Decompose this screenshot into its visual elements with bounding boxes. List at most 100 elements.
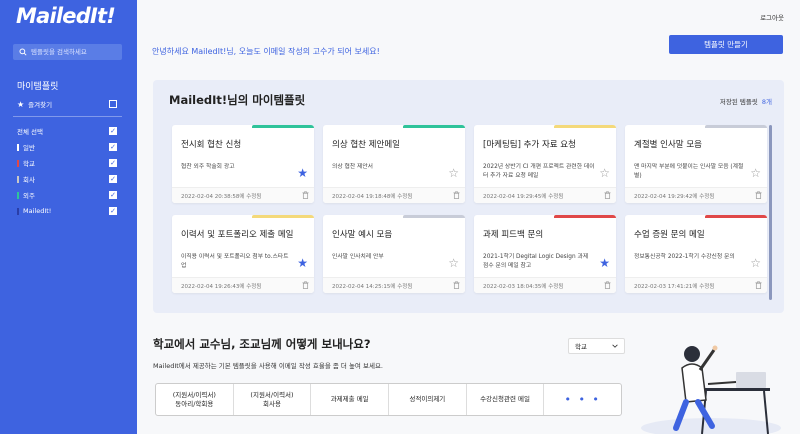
search-icon	[19, 48, 27, 56]
card-footer: 2022-02-04 19:29:45에 수정됨	[474, 187, 616, 203]
star-outline-icon[interactable]: ☆	[448, 257, 459, 269]
category-color-bar	[17, 191, 19, 199]
star-filled-icon[interactable]: ★	[297, 167, 308, 179]
select-all-label: 전체 선택	[17, 128, 43, 136]
tab-club-application[interactable]: (지원서/이력서) 동아리/학회용	[156, 384, 234, 415]
category-item-school[interactable]: 학교 ✓	[17, 155, 117, 171]
template-card[interactable]: 수업 증원 문의 메일 정보통신공학 2022-1학기 수강신청 문의 ☆ 2022-…	[625, 215, 767, 293]
card-category-accent	[554, 125, 616, 128]
category-label: 회사	[23, 176, 35, 184]
template-card[interactable]: 과제 피드백 문의 2021-1학기 Degital Logic Design 과…	[474, 215, 616, 293]
category-select-value: 학교	[575, 343, 587, 351]
tab-course-registration[interactable]: 수강신청관련 메일	[467, 384, 545, 415]
select-all-row[interactable]: 전체 선택 ✓	[17, 123, 117, 139]
logout-link[interactable]: 로그아웃	[760, 12, 784, 22]
category-label: MailedIt!	[23, 207, 52, 215]
category-color-bar	[17, 159, 19, 167]
chevron-down-icon	[612, 344, 618, 348]
star-outline-icon[interactable]: ☆	[750, 257, 761, 269]
card-category-accent	[554, 215, 616, 218]
star-outline-icon[interactable]: ☆	[599, 167, 610, 179]
card-date: 2022-02-04 19:29:42에 수정됨	[634, 193, 715, 200]
card-date: 2022-02-04 19:18:48에 수정됨	[332, 193, 413, 200]
panel-scrollbar[interactable]	[769, 125, 772, 300]
category-color-bar	[17, 175, 19, 183]
favorites-checkbox[interactable]	[109, 100, 117, 108]
card-date: 2022-02-04 14:25:15에 수정됨	[332, 283, 413, 290]
template-card[interactable]: 계절별 인사말 모음 맨 마지막 부분에 덧붙이는 인사말 모음 (계절별) ☆ 20…	[625, 125, 767, 203]
trash-icon[interactable]	[453, 191, 460, 199]
section-subtitle: MailedIt에서 제공하는 기본 템플릿을 사용해 이메일 작성 효율을 좀…	[153, 362, 383, 370]
category-item-mailedit[interactable]: MailedIt! ✓	[17, 203, 117, 219]
category-item-general[interactable]: 일반 ✓	[17, 139, 117, 155]
card-title: 이력서 및 포트폴리오 제출 메일	[181, 230, 294, 240]
star-filled-icon[interactable]: ★	[599, 257, 610, 269]
card-description: 2022년 상반기 CI 개편 프로젝트 관련한 데이터 추가 자료 요청 메일	[483, 164, 595, 179]
welcome-message: 안녕하세요 MailedIt!님, 오늘도 이메일 작성의 고수가 되어 보세요…	[152, 47, 380, 56]
tab-more[interactable]: • • •	[544, 384, 621, 415]
template-type-tabs: (지원서/이력서) 동아리/학회용 (지원서/이력서) 회사용 과제제출 메일 …	[155, 383, 622, 416]
template-card[interactable]: 이력서 및 포트폴리오 제출 메일이직용 이력서 및 포트폴리오 첨부 to.스…	[172, 215, 314, 293]
select-all-checkbox[interactable]: ✓	[109, 127, 117, 135]
saved-label: 저장된 템플릿	[719, 98, 758, 106]
card-category-accent	[705, 215, 767, 218]
card-footer: 2022-02-04 20:38:58에 수정됨	[172, 187, 314, 203]
category-item-company[interactable]: 회사 ✓	[17, 171, 117, 187]
category-checkbox[interactable]: ✓	[109, 175, 117, 183]
card-description: 이직용 이력서 및 포트폴리오 첨부 to.스타트업	[181, 254, 289, 269]
category-checkbox[interactable]: ✓	[109, 207, 117, 215]
card-title: 인사말 예시 모음	[332, 230, 393, 240]
card-footer: 2022-02-04 19:18:48에 수정됨	[323, 187, 465, 203]
star-icon: ★	[17, 99, 25, 109]
trash-icon[interactable]	[755, 191, 762, 199]
tab-assignment-submission[interactable]: 과제제출 메일	[311, 384, 390, 415]
tab-company-application[interactable]: (지원서/이력서) 회사용	[234, 384, 312, 415]
card-title: 과제 피드백 문의	[483, 230, 544, 240]
tab-grade-appeal[interactable]: 성적이의제기	[389, 384, 467, 415]
make-template-button[interactable]: 템플릿 만들기	[669, 35, 783, 54]
card-category-accent	[403, 215, 465, 218]
star-filled-icon[interactable]: ★	[297, 257, 308, 269]
saved-count: 저장된 템플릿 8개	[720, 96, 772, 106]
category-select[interactable]: 학교	[568, 338, 625, 354]
category-checkbox[interactable]: ✓	[109, 159, 117, 167]
category-item-outsourcing[interactable]: 외주 ✓	[17, 187, 117, 203]
my-templates-heading: 마이템플릿	[17, 82, 59, 92]
template-card[interactable]: 인사말 예시 모음인사말 인사치레 안부 ☆ 2022-02-04 14:25:15…	[323, 215, 465, 293]
category-list: 전체 선택 ✓ 일반 ✓ 학교 ✓ 회사 ✓ 외주 ✓ MailedIt! ✓	[17, 123, 117, 219]
card-description: 인사말 인사치레 안부	[332, 254, 384, 260]
card-title: 전시회 협찬 신청	[181, 140, 242, 150]
trash-icon[interactable]	[604, 281, 611, 289]
person-at-laptop-illustration	[641, 345, 781, 434]
card-title: 계절별 인사말 모음	[634, 140, 702, 150]
card-title: 의상 협찬 제안메일	[332, 140, 400, 150]
card-title: 수업 증원 문의 메일	[634, 230, 705, 240]
category-checkbox[interactable]: ✓	[109, 191, 117, 199]
template-card[interactable]: 의상 협찬 제안메일 의상 협찬 제안서 ☆ 2022-02-04 19:18:48에…	[323, 125, 465, 203]
card-description: 협찬 외주 학술회 광고	[181, 164, 235, 170]
trash-icon[interactable]	[604, 191, 611, 199]
card-date: 2022-02-04 20:38:58에 수정됨	[181, 193, 262, 200]
card-date: 2022-02-04 19:29:45에 수정됨	[483, 193, 564, 200]
search-input[interactable]	[31, 48, 121, 56]
favorites-filter[interactable]: ★ 즐겨찾기	[17, 98, 117, 110]
trash-icon[interactable]	[453, 281, 460, 289]
trash-icon[interactable]	[755, 281, 762, 289]
template-card[interactable]: [마케팅팀] 추가 자료 요청 2022년 상반기 CI 개편 프로젝트 관련한 …	[474, 125, 616, 203]
card-footer: 2022-02-04 14:25:15에 수정됨	[323, 277, 465, 293]
trash-icon[interactable]	[302, 191, 309, 199]
panel-title: MailedIt!님의 마이템플릿	[169, 93, 306, 107]
star-outline-icon[interactable]: ☆	[448, 167, 459, 179]
star-outline-icon[interactable]: ☆	[750, 167, 761, 179]
favorites-label: 즐겨찾기	[28, 101, 53, 109]
trash-icon[interactable]	[302, 281, 309, 289]
category-checkbox[interactable]: ✓	[109, 143, 117, 151]
category-label: 외주	[23, 192, 35, 200]
saved-count-value: 8개	[761, 98, 772, 106]
card-category-accent	[252, 125, 314, 128]
search-box[interactable]	[13, 44, 122, 60]
category-color-bar	[17, 143, 19, 151]
template-card[interactable]: 전시회 협찬 신청협찬 외주 학술회 광고 ★ 2022-02-04 20:38:5…	[172, 125, 314, 203]
app-logo[interactable]: MailedIt!	[16, 4, 116, 28]
card-footer: 2022-02-04 19:26:43에 수정됨	[172, 277, 314, 293]
